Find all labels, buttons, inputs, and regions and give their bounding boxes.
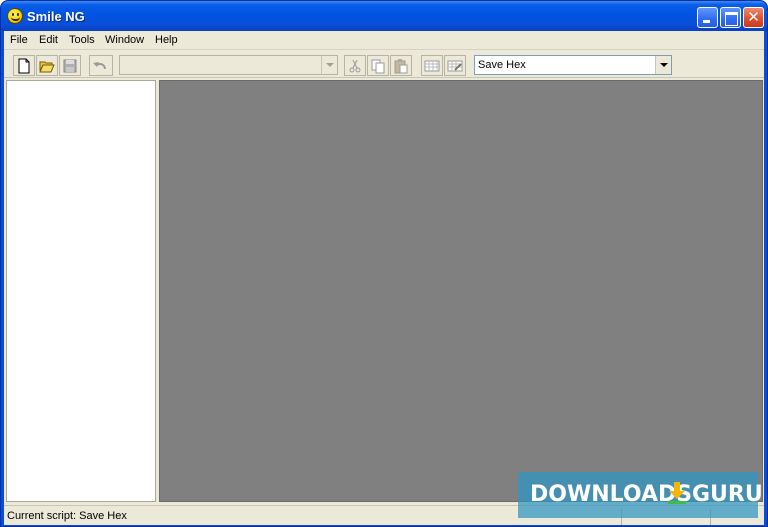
script-combo[interactable]: Save Hex [474, 55, 672, 75]
watermark-text-right: GURU [692, 482, 763, 507]
save-icon [63, 59, 77, 73]
status-text: Current script: Save Hex [7, 510, 127, 522]
client-area: File Edit Tools Window Help Save Hex Cur… [4, 31, 764, 525]
close-icon: ✕ [747, 8, 760, 26]
open-button[interactable] [36, 55, 58, 76]
smiley-icon[interactable] [7, 8, 23, 24]
window-title: Smile NG [27, 9, 85, 24]
paste-button[interactable] [390, 55, 412, 76]
menu-edit[interactable]: Edit [39, 34, 58, 46]
mdi-workspace[interactable] [159, 80, 763, 502]
cut-icon [349, 59, 361, 73]
paste-icon [394, 59, 408, 74]
menu-window[interactable]: Window [105, 34, 144, 46]
watermark: DOWNLOADS GURU [518, 472, 763, 518]
title-bar[interactable]: Smile NG ✕ [1, 1, 767, 31]
grid-edit-icon [447, 60, 463, 72]
grid-icon [424, 60, 440, 72]
menu-help[interactable]: Help [155, 34, 178, 46]
minimize-icon [698, 8, 717, 27]
maximize-button[interactable] [720, 7, 741, 28]
undo-icon [93, 62, 106, 70]
copy-icon [371, 59, 385, 74]
cut-button[interactable] [344, 55, 366, 76]
close-button[interactable]: ✕ [743, 7, 764, 28]
app-window: Smile NG ✕ File Edit Tools Window Help S… [0, 0, 768, 527]
open-folder-icon [39, 61, 55, 73]
new-button[interactable] [13, 55, 35, 76]
new-file-icon [18, 58, 30, 74]
script-combo-value: Save Hex [478, 59, 526, 71]
save-button[interactable] [59, 55, 81, 76]
toolbar: Save Hex [4, 52, 764, 78]
copy-button[interactable] [367, 55, 389, 76]
menu-bar: File Edit Tools Window Help [4, 31, 764, 50]
minimize-button[interactable] [697, 7, 718, 28]
download-arrow-icon [668, 482, 686, 504]
grid-edit-button[interactable] [444, 55, 466, 76]
menu-tools[interactable]: Tools [69, 34, 95, 46]
chevron-down-icon[interactable] [321, 56, 337, 74]
project-tree-pane[interactable] [6, 80, 156, 502]
menu-file[interactable]: File [10, 34, 28, 46]
chevron-down-icon[interactable] [655, 56, 671, 74]
grid-button[interactable] [421, 55, 443, 76]
document-combo[interactable] [119, 55, 338, 75]
maximize-icon [721, 8, 740, 27]
undo-button[interactable] [89, 55, 113, 76]
